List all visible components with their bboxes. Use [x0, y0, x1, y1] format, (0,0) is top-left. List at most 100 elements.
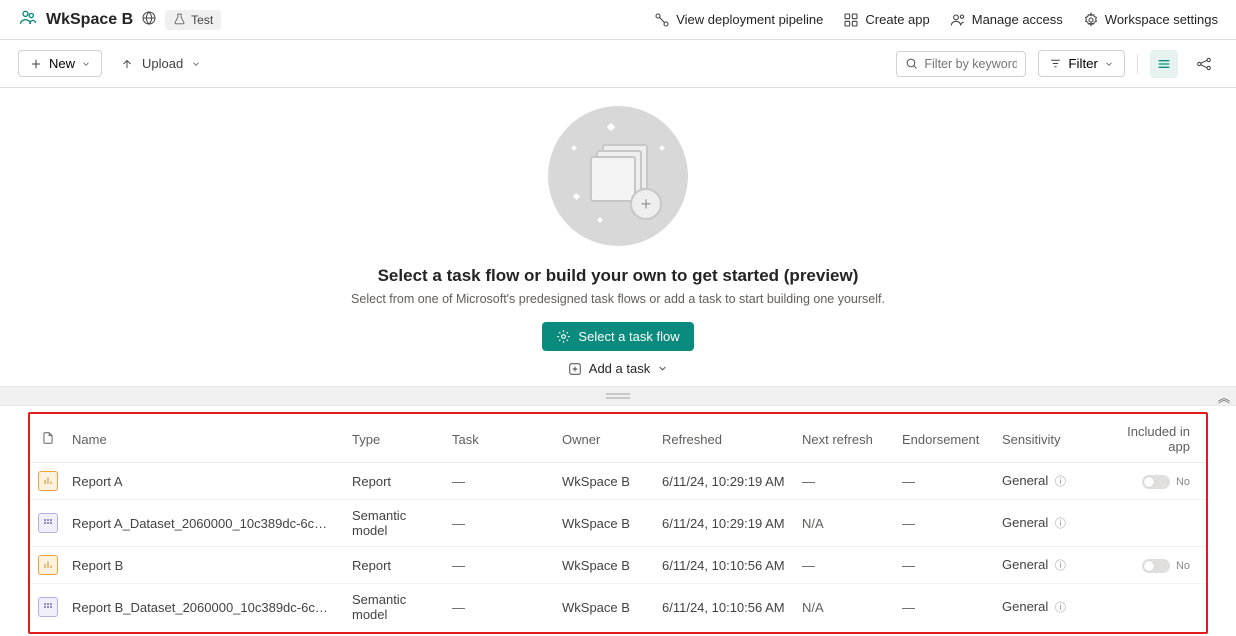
row-endorsement-cell: —	[896, 584, 996, 631]
included-toggle[interactable]	[1142, 559, 1170, 573]
table-row[interactable]: Report AReport—WkSpace B6/11/24, 10:29:1…	[30, 463, 1206, 500]
items-table: Name Type Task Owner Refreshed Next refr…	[30, 416, 1206, 630]
semantic-model-icon	[38, 513, 58, 533]
toolbar-right: Filter	[896, 50, 1218, 78]
select-task-flow-label: Select a task flow	[578, 329, 679, 344]
workspace-settings-label: Workspace settings	[1105, 12, 1218, 27]
upload-label: Upload	[142, 56, 183, 71]
col-sensitivity-header[interactable]: Sensitivity	[996, 416, 1096, 463]
add-task-button[interactable]: Add a task	[568, 361, 668, 376]
info-icon: ⓘ	[1055, 560, 1066, 572]
task-flow-hero: + Select a task flow or build your own t…	[0, 88, 1236, 386]
new-button[interactable]: New	[18, 50, 102, 77]
sparkle-icon	[556, 329, 571, 344]
create-app-label: Create app	[865, 12, 929, 27]
lineage-view-button[interactable]	[1190, 50, 1218, 78]
row-name-cell[interactable]: Report B_Dataset_2060000_10c389dc-6c27-e…	[66, 584, 346, 631]
workspace-header: WkSpace B Test View deployment pipeline …	[0, 0, 1236, 40]
toolbar-left: New Upload	[18, 50, 201, 77]
workspace-icon	[18, 8, 38, 31]
included-toggle-label: No	[1176, 476, 1190, 488]
table-header-row: Name Type Task Owner Refreshed Next refr…	[30, 416, 1206, 463]
chevron-down-icon	[191, 59, 201, 69]
add-box-icon	[568, 362, 582, 376]
row-icon-cell	[30, 584, 66, 631]
col-included-header[interactable]: Included in app	[1096, 416, 1206, 463]
row-endorsement-cell: —	[896, 500, 996, 547]
filter-icon	[1049, 57, 1062, 70]
col-icon-header	[30, 416, 66, 463]
report-icon	[38, 471, 58, 491]
info-icon: ⓘ	[1055, 518, 1066, 530]
search-icon	[905, 57, 918, 70]
workspace-settings-link[interactable]: Workspace settings	[1083, 12, 1218, 28]
col-type-header[interactable]: Type	[346, 416, 446, 463]
items-table-highlight: Name Type Task Owner Refreshed Next refr…	[28, 412, 1208, 634]
hero-illustration: +	[548, 106, 688, 246]
splitter-handle[interactable]: ︽	[0, 386, 1236, 406]
row-name-cell[interactable]: Report A_Dataset_2060000_10c389dc-6c27-e…	[66, 500, 346, 547]
plus-icon: +	[630, 188, 662, 220]
info-icon: ⓘ	[1055, 476, 1066, 488]
row-owner-cell: WkSpace B	[556, 584, 656, 631]
row-type-cell: Report	[346, 463, 446, 500]
view-pipeline-link[interactable]: View deployment pipeline	[654, 12, 823, 28]
row-task-cell: —	[446, 500, 556, 547]
row-type-cell: Semantic model	[346, 500, 446, 547]
manage-access-label: Manage access	[972, 12, 1063, 27]
test-badge-label: Test	[191, 13, 213, 27]
view-pipeline-label: View deployment pipeline	[676, 12, 823, 27]
toolbar: New Upload Filter	[0, 40, 1236, 88]
globe-icon	[141, 10, 157, 29]
row-included-cell	[1096, 584, 1206, 631]
header-left: WkSpace B Test	[18, 8, 221, 31]
row-included-cell	[1096, 500, 1206, 547]
filter-button[interactable]: Filter	[1038, 50, 1125, 77]
included-toggle[interactable]	[1142, 475, 1170, 489]
included-toggle-label: No	[1176, 560, 1190, 572]
test-badge: Test	[165, 10, 221, 30]
row-task-cell: —	[446, 584, 556, 631]
search-input-wrap[interactable]	[896, 51, 1026, 77]
hero-title: Select a task flow or build your own to …	[378, 266, 859, 286]
row-type-cell: Semantic model	[346, 584, 446, 631]
list-view-button[interactable]	[1150, 50, 1178, 78]
row-endorsement-cell: —	[896, 463, 996, 500]
hero-subtitle: Select from one of Microsoft's predesign…	[351, 292, 885, 306]
manage-access-link[interactable]: Manage access	[950, 12, 1063, 28]
upload-button[interactable]: Upload	[120, 56, 201, 71]
row-nextrefresh-cell: —	[796, 463, 896, 500]
col-endorsement-header[interactable]: Endorsement	[896, 416, 996, 463]
row-name-cell[interactable]: Report A	[66, 463, 346, 500]
row-refreshed-cell: 6/11/24, 10:10:56 AM	[656, 584, 796, 631]
row-task-cell: —	[446, 463, 556, 500]
col-owner-header[interactable]: Owner	[556, 416, 656, 463]
header-right: View deployment pipeline Create app Mana…	[654, 12, 1218, 28]
row-nextrefresh-cell: N/A	[796, 584, 896, 631]
row-owner-cell: WkSpace B	[556, 500, 656, 547]
table-row[interactable]: Report A_Dataset_2060000_10c389dc-6c27-e…	[30, 500, 1206, 547]
col-refreshed-header[interactable]: Refreshed	[656, 416, 796, 463]
col-nextrefresh-header[interactable]: Next refresh	[796, 416, 896, 463]
row-sensitivity-cell: General ⓘ	[996, 463, 1096, 500]
chevron-down-icon	[657, 363, 668, 374]
row-owner-cell: WkSpace B	[556, 463, 656, 500]
info-icon: ⓘ	[1055, 602, 1066, 614]
col-name-header[interactable]: Name	[66, 416, 346, 463]
chevron-down-icon	[81, 59, 91, 69]
col-task-header[interactable]: Task	[446, 416, 556, 463]
report-icon	[38, 555, 58, 575]
select-task-flow-button[interactable]: Select a task flow	[542, 322, 693, 351]
row-included-cell: No	[1096, 463, 1206, 500]
add-task-label: Add a task	[589, 361, 650, 376]
collapse-chevron-icon[interactable]: ︽	[1218, 389, 1230, 406]
row-sensitivity-cell: General ⓘ	[996, 500, 1096, 547]
file-icon	[41, 431, 55, 445]
create-app-link[interactable]: Create app	[843, 12, 929, 28]
chevron-down-icon	[1104, 59, 1114, 69]
row-refreshed-cell: 6/11/24, 10:29:19 AM	[656, 500, 796, 547]
search-input[interactable]	[924, 57, 1017, 71]
new-label: New	[49, 56, 75, 71]
semantic-model-icon	[38, 597, 58, 617]
table-row[interactable]: Report B_Dataset_2060000_10c389dc-6c27-e…	[30, 584, 1206, 631]
